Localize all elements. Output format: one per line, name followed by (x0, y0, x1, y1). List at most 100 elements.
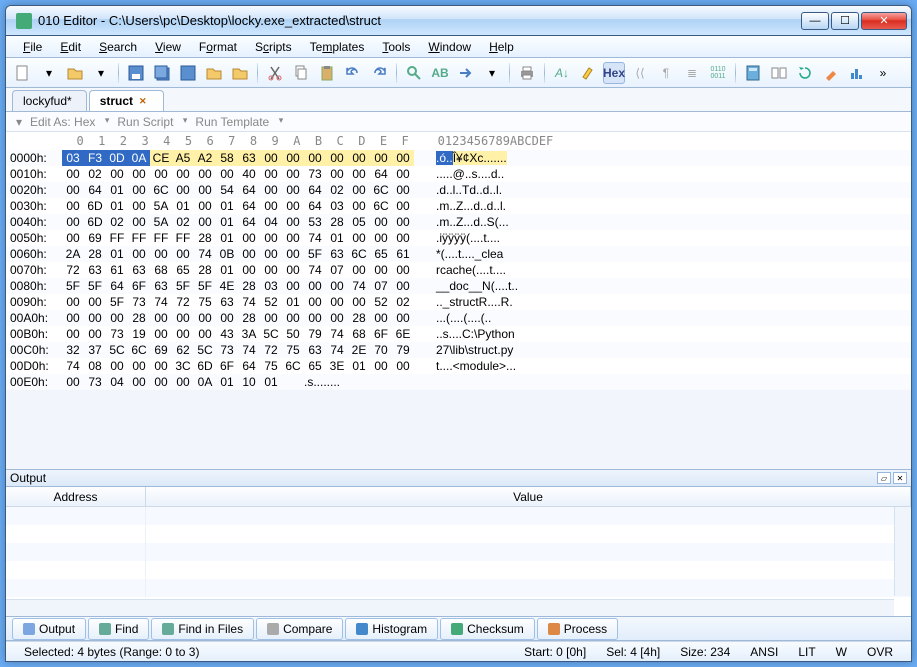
hex-byte[interactable]: 00 (128, 246, 150, 262)
hex-byte[interactable]: 64 (238, 198, 260, 214)
hex-byte[interactable]: 00 (282, 150, 304, 166)
hex-byte[interactable]: 01 (172, 198, 194, 214)
hex-byte[interactable]: 6C (348, 246, 370, 262)
hex-byte[interactable]: 6E (392, 326, 414, 342)
hex-byte[interactable]: 00 (348, 262, 370, 278)
hex-byte[interactable]: 73 (106, 326, 128, 342)
hex-byte[interactable]: 00 (260, 310, 282, 326)
hex-byte[interactable]: 00 (62, 374, 84, 390)
align-button[interactable]: ≣ (681, 62, 703, 84)
hex-byte[interactable]: 10 (238, 374, 260, 390)
hex-byte[interactable]: 28 (194, 262, 216, 278)
bottom-tab-compare[interactable]: Compare (256, 618, 343, 640)
hex-byte[interactable]: 00 (172, 166, 194, 182)
hex-byte[interactable]: 00 (326, 310, 348, 326)
hex-byte[interactable]: 72 (260, 342, 282, 358)
hex-byte[interactable]: 01 (326, 230, 348, 246)
maximize-button[interactable]: ☐ (831, 12, 859, 30)
goto-dropdown[interactable]: ▾ (481, 62, 503, 84)
paste-button[interactable] (316, 62, 338, 84)
hex-byte[interactable]: 00 (348, 166, 370, 182)
hex-byte[interactable]: 00 (392, 278, 414, 294)
hex-row[interactable]: 0050h:0069FFFFFFFF28010000007401000000.i… (6, 230, 911, 246)
hex-byte[interactable]: 2E (348, 342, 370, 358)
hex-byte[interactable]: 00 (62, 294, 84, 310)
find-button[interactable] (403, 62, 425, 84)
hex-byte[interactable]: 5A (150, 198, 172, 214)
hex-byte[interactable]: 00 (392, 262, 414, 278)
hex-byte[interactable]: 00 (326, 150, 348, 166)
hex-byte[interactable]: 69 (150, 342, 172, 358)
hex-byte[interactable]: 01 (106, 198, 128, 214)
hex-byte[interactable]: 00 (84, 310, 106, 326)
hex-byte[interactable]: 00 (128, 166, 150, 182)
hex-row[interactable]: 00D0h:74080000003C6D6F64756C653E010000t.… (6, 358, 911, 374)
hex-byte[interactable]: 69 (84, 230, 106, 246)
menu-help[interactable]: Help (480, 37, 523, 57)
hex-byte[interactable]: 28 (326, 214, 348, 230)
hex-byte[interactable]: 00 (392, 166, 414, 182)
hex-ascii[interactable]: 27\lib\struct.py (436, 342, 513, 358)
hex-byte[interactable]: 00 (326, 166, 348, 182)
hex-byte[interactable]: 5F (62, 278, 84, 294)
save-all-button[interactable] (151, 62, 173, 84)
hex-byte[interactable]: 00 (260, 246, 282, 262)
hex-byte[interactable]: 00 (370, 358, 392, 374)
hex-byte[interactable]: 73 (128, 294, 150, 310)
output-hscrollbar[interactable] (6, 599, 894, 616)
hex-byte[interactable]: 00 (282, 198, 304, 214)
hex-byte[interactable]: 64 (238, 214, 260, 230)
hex-byte[interactable]: 00 (348, 182, 370, 198)
save-as-button[interactable] (177, 62, 199, 84)
hex-byte[interactable]: 40 (238, 166, 260, 182)
copy-button[interactable] (290, 62, 312, 84)
hex-ascii[interactable]: rcache(....t.... (436, 262, 506, 278)
hex-ascii[interactable]: .m..Z...d..d..l. (436, 198, 506, 214)
hex-byte[interactable]: 00 (172, 182, 194, 198)
hex-byte[interactable]: 00 (282, 182, 304, 198)
hex-byte[interactable]: 00 (392, 214, 414, 230)
hex-byte[interactable]: 5F (106, 294, 128, 310)
output-float-button[interactable]: ▱ (877, 472, 891, 484)
hex-byte[interactable]: 00 (348, 294, 370, 310)
hex-byte[interactable]: 0B (216, 246, 238, 262)
hex-byte[interactable]: 00 (150, 246, 172, 262)
hex-byte[interactable]: 00 (62, 198, 84, 214)
hex-byte[interactable]: 00 (238, 230, 260, 246)
hex-row[interactable]: 0070h:72636163686528010000007407000000rc… (6, 262, 911, 278)
folder-button-2[interactable] (229, 62, 251, 84)
highlight-button[interactable] (577, 62, 599, 84)
bottom-tab-findinfiles[interactable]: Find in Files (151, 618, 254, 640)
hex-row[interactable]: 00A0h:00000028000000002800000000280000..… (6, 310, 911, 326)
hex-byte[interactable]: 64 (106, 278, 128, 294)
hex-byte[interactable]: 00 (62, 166, 84, 182)
hex-byte[interactable]: 63 (238, 150, 260, 166)
hex-byte[interactable]: 00 (150, 166, 172, 182)
hex-byte[interactable]: 74 (326, 326, 348, 342)
hex-byte[interactable]: 00 (172, 374, 194, 390)
hex-byte[interactable]: 03 (326, 198, 348, 214)
hex-byte[interactable]: 00 (106, 358, 128, 374)
status-endian[interactable]: LIT (788, 645, 825, 659)
hex-byte[interactable]: 64 (304, 182, 326, 198)
hex-byte[interactable]: 3C (172, 358, 194, 374)
hex-byte[interactable]: 74 (62, 358, 84, 374)
hex-ascii[interactable]: .....@..s....d.. (436, 166, 504, 182)
hex-byte[interactable]: 00 (304, 150, 326, 166)
hex-byte[interactable]: 64 (84, 182, 106, 198)
hex-byte[interactable]: 04 (106, 374, 128, 390)
hex-ascii[interactable]: t....<module>... (436, 358, 516, 374)
hex-byte[interactable]: 63 (128, 262, 150, 278)
hex-byte[interactable]: FF (172, 230, 194, 246)
hex-byte[interactable]: 0D (106, 150, 128, 166)
output-close-button[interactable]: ✕ (893, 472, 907, 484)
hex-row[interactable]: 0000h:03F30D0ACEA5A2586300000000000000.ó… (6, 150, 911, 166)
hex-byte[interactable]: 00 (172, 326, 194, 342)
status-ovr[interactable]: OVR (857, 645, 903, 659)
menu-window[interactable]: Window (419, 37, 480, 57)
hex-row[interactable]: 0060h:2A2801000000740B0000005F636C6561*(… (6, 246, 911, 262)
hex-byte[interactable]: 68 (150, 262, 172, 278)
hex-byte[interactable]: 75 (260, 358, 282, 374)
hex-byte[interactable]: 72 (172, 294, 194, 310)
hex-byte[interactable]: 00 (260, 150, 282, 166)
